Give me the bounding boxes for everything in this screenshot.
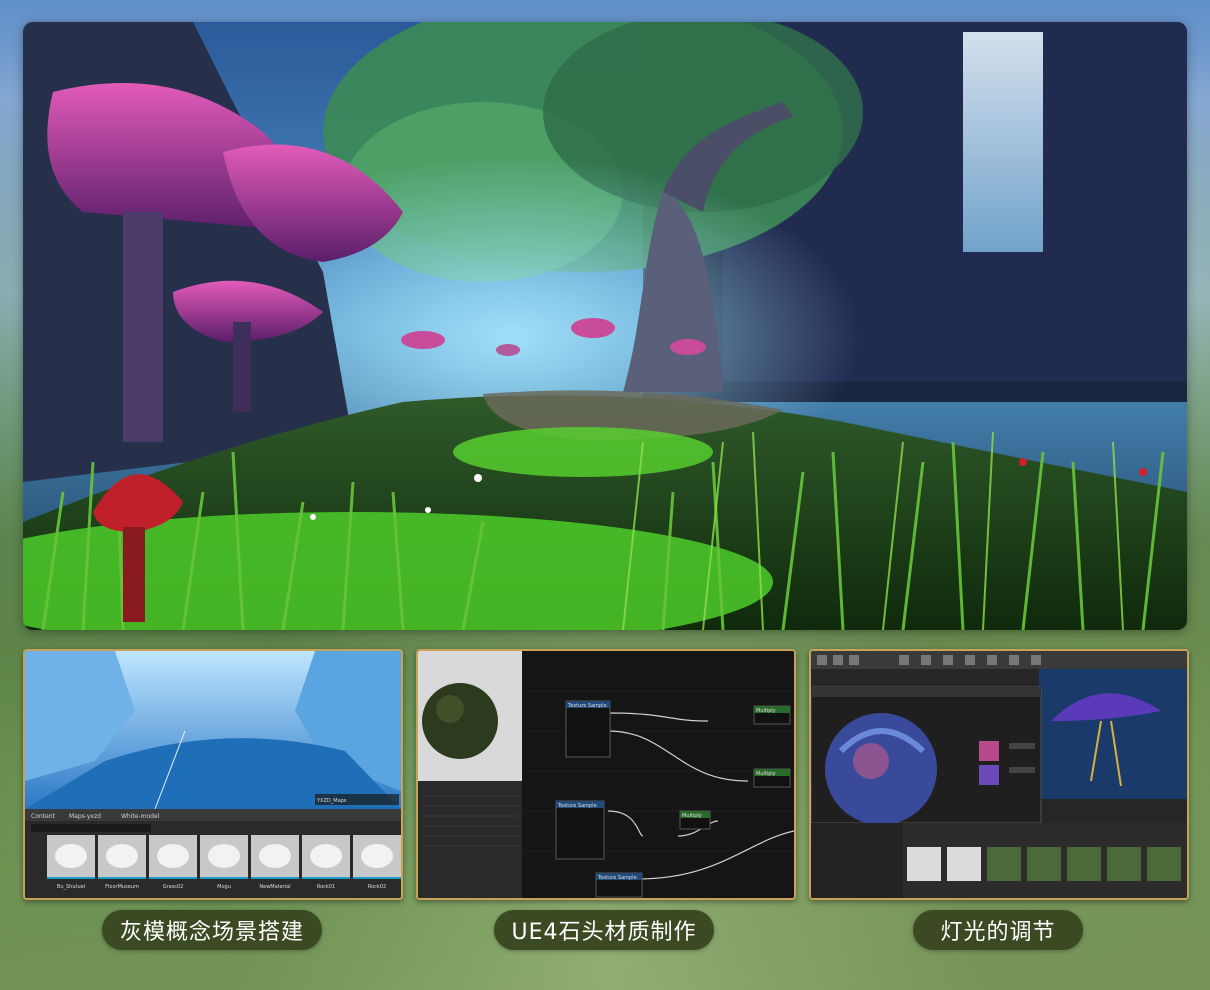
material-node-label: Multiply	[682, 813, 702, 819]
gray-model-editor-illustration: YXZD_Maps Content Maps-yxzd White-model …	[25, 651, 401, 898]
forest-scene-illustration	[23, 22, 1187, 630]
material-node-label: Texture Sample	[557, 803, 597, 809]
material-node[interactable]: Texture Sample	[595, 872, 643, 898]
material-editor-screenshot: Texture Sample Texture Sample Texture Samp…	[416, 649, 796, 900]
lighting-editor-illustration	[811, 651, 1187, 898]
svg-text:YXZD_Maps: YXZD_Maps	[316, 798, 347, 804]
caption-lighting: 灯光的调节	[913, 910, 1083, 950]
material-node[interactable]: Multiply	[679, 810, 711, 830]
asset-thumbnail	[259, 844, 291, 868]
caption-gray-model: 灰模概念场景搭建	[102, 910, 322, 950]
asset-label: FloorMuseum	[105, 884, 139, 890]
asset-label: NewMaterial	[259, 884, 290, 890]
material-node-label: Multiply	[756, 771, 776, 777]
material-node-label: Texture Sample	[567, 703, 607, 709]
breadcrumb-maps[interactable]: Maps-yxzd	[69, 813, 101, 820]
material-node[interactable]: Multiply	[753, 768, 791, 788]
asset-label: Grass02	[163, 884, 184, 890]
asset-thumbnail	[361, 844, 393, 868]
material-node-graph-illustration: Texture Sample Texture Sample Texture Samp…	[418, 651, 794, 898]
breadcrumb-content[interactable]: Content	[31, 813, 56, 820]
asset-label: Mogu	[217, 884, 231, 890]
material-node[interactable]: Texture Sample	[565, 700, 611, 758]
caption-stone-material: UE4石头材质制作	[494, 910, 714, 950]
gray-model-screenshot: YXZD_Maps Content Maps-yxzd White-model …	[23, 649, 403, 900]
asset-label: Rock01	[317, 884, 335, 890]
material-node-label: Multiply	[756, 708, 776, 714]
breadcrumb-white-model[interactable]: White-model	[121, 813, 160, 820]
asset-thumbnail	[310, 844, 342, 868]
asset-thumbnail	[106, 844, 138, 868]
asset-thumbnail	[208, 844, 240, 868]
material-node-label: Texture Sample	[597, 875, 637, 881]
asset-thumbnail	[157, 844, 189, 868]
lighting-screenshot	[809, 649, 1189, 900]
hero-forest-render	[23, 22, 1187, 630]
asset-label: Bu_Shutuel	[57, 884, 85, 890]
asset-label: Rock02	[368, 884, 386, 890]
asset-thumbnail	[55, 844, 87, 868]
material-node[interactable]: Texture Sample	[555, 800, 605, 860]
material-node[interactable]: Multiply	[753, 705, 791, 725]
